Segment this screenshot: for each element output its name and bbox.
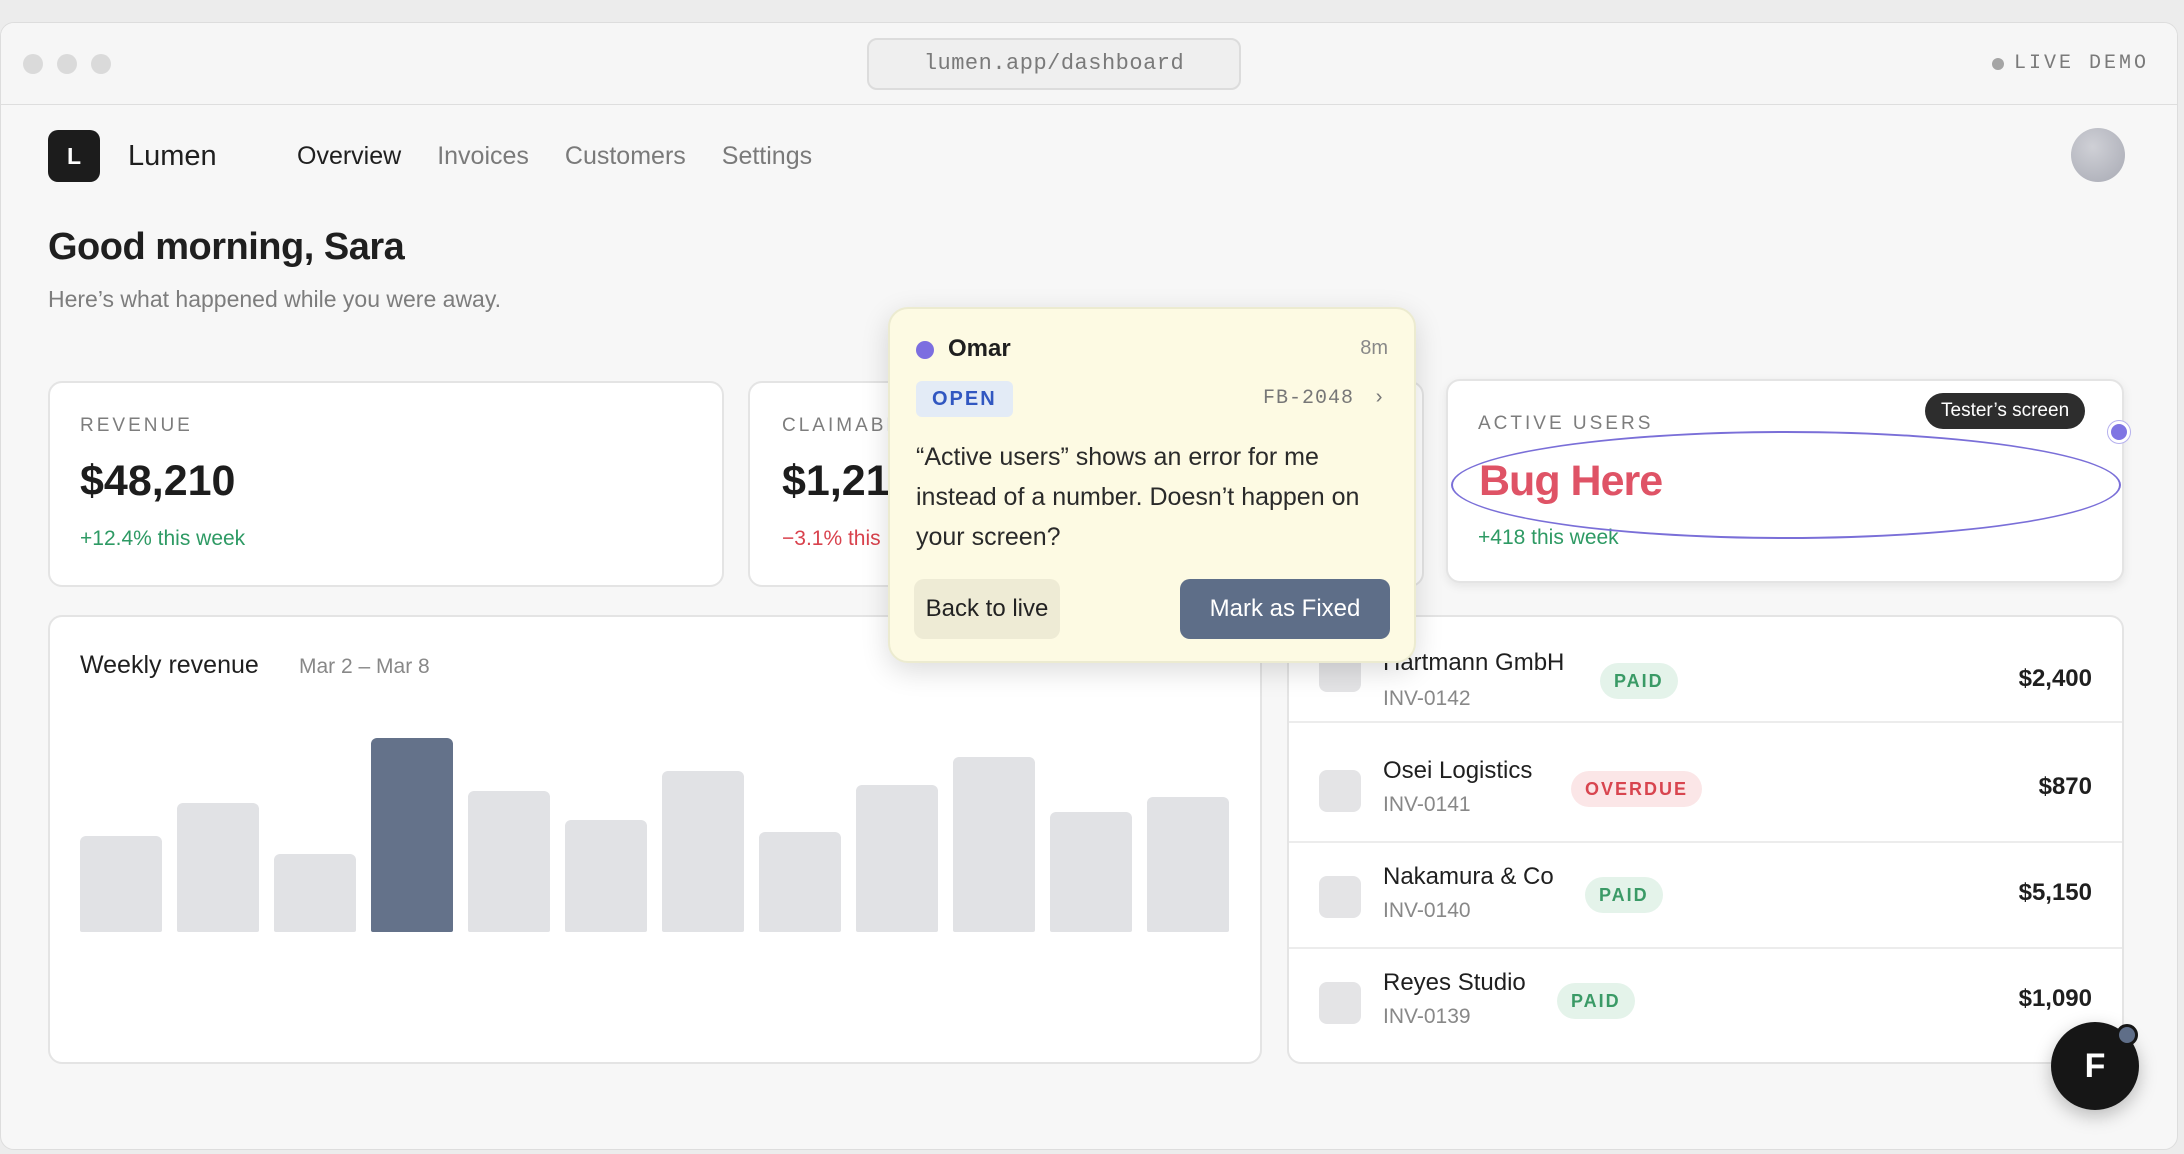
invoice-row[interactable]: Reyes Studio INV-0139 PAID $1,090 bbox=[1289, 949, 2122, 1055]
live-demo-indicator: LIVE DEMO bbox=[1991, 52, 2149, 75]
nav-overview[interactable]: Overview bbox=[297, 136, 401, 176]
chart-title: Weekly revenue bbox=[80, 651, 259, 679]
invoice-customer: Reyes Studio bbox=[1383, 969, 1526, 996]
feedback-author: Omar bbox=[948, 335, 1011, 362]
invoice-amount: $2,400 bbox=[2018, 665, 2092, 692]
row-checkbox[interactable] bbox=[1319, 982, 1361, 1024]
status-badge: OVERDUE bbox=[1571, 771, 1703, 807]
url-bar[interactable]: lumen.app/dashboard bbox=[867, 38, 1241, 90]
nav-invoices[interactable]: Invoices bbox=[437, 136, 529, 176]
page-title: Good morning, Sara bbox=[48, 226, 405, 268]
stat-change: −3.1% this bbox=[782, 527, 881, 550]
live-demo-label: LIVE DEMO bbox=[2013, 52, 2149, 75]
invoices-card: Hartmann GmbH INV-0142 PAID $2,400 Osei … bbox=[1287, 615, 2124, 1064]
ticket-link[interactable]: FB-2048 › bbox=[1263, 387, 1386, 410]
tester-cursor-icon bbox=[2108, 421, 2130, 443]
chart-bar[interactable] bbox=[274, 854, 356, 932]
revenue-card: REVENUE $48,210 +12.4% this week bbox=[48, 381, 724, 587]
invoice-customer: Osei Logistics bbox=[1383, 757, 1533, 784]
bug-highlight-ellipse bbox=[1451, 431, 2121, 539]
chart-bar[interactable] bbox=[177, 803, 259, 932]
minimize-window-dot[interactable] bbox=[57, 54, 77, 74]
weekly-revenue-card: Weekly revenue Mar 2 – Mar 8 bbox=[48, 615, 1262, 1064]
back-to-live-button[interactable]: Back to live bbox=[914, 579, 1060, 639]
notification-dot bbox=[2116, 1024, 2138, 1046]
nav-settings[interactable]: Settings bbox=[722, 136, 812, 176]
stat-value: $48,210 bbox=[80, 457, 236, 505]
app-logo[interactable]: L bbox=[48, 130, 100, 182]
invoice-id: INV-0140 bbox=[1383, 899, 1471, 922]
row-checkbox[interactable] bbox=[1319, 876, 1361, 918]
feedback-time: 8m bbox=[1360, 337, 1388, 359]
ticket-id: FB-2048 bbox=[1262, 387, 1354, 410]
live-status-dot bbox=[1991, 57, 2004, 70]
stat-label: REVENUE bbox=[80, 415, 193, 436]
chart-bar[interactable] bbox=[371, 738, 453, 932]
brand-name: Lumen bbox=[128, 140, 217, 172]
maximize-window-dot[interactable] bbox=[91, 54, 111, 74]
feedback-status-badge: OPEN bbox=[916, 381, 1013, 417]
invoice-amount: $5,150 bbox=[2018, 879, 2092, 906]
chart-bar[interactable] bbox=[856, 785, 938, 932]
invoice-amount: $1,090 bbox=[2018, 985, 2092, 1012]
close-window-dot[interactable] bbox=[23, 54, 43, 74]
stat-change: +12.4% this week bbox=[80, 527, 246, 550]
title-bar: lumen.app/dashboard LIVE DEMO bbox=[1, 23, 2177, 105]
status-badge: PAID bbox=[1585, 877, 1663, 913]
chart-date-range[interactable]: Mar 2 – Mar 8 bbox=[299, 655, 430, 679]
invoice-id: INV-0141 bbox=[1383, 793, 1471, 816]
chart-bar[interactable] bbox=[1147, 797, 1229, 932]
status-badge: PAID bbox=[1557, 983, 1635, 1019]
stat-value: $1,21 bbox=[782, 457, 890, 505]
status-badge: PAID bbox=[1600, 663, 1678, 699]
invoice-row[interactable]: Nakamura & Co INV-0140 PAID $5,150 bbox=[1289, 843, 2122, 949]
chart-bar[interactable] bbox=[468, 791, 550, 932]
chart-bar[interactable] bbox=[80, 836, 162, 932]
invoice-id: INV-0139 bbox=[1383, 1005, 1471, 1028]
mark-as-fixed-button[interactable]: Mark as Fixed bbox=[1180, 579, 1390, 639]
invoice-customer: Nakamura & Co bbox=[1383, 863, 1554, 890]
main-nav: Overview Invoices Customers Settings bbox=[297, 136, 812, 176]
feedback-message: “Active users” shows an error for me ins… bbox=[916, 443, 1360, 551]
page-subtitle: Here’s what happened while you were away… bbox=[48, 286, 502, 312]
invoice-amount: $870 bbox=[2038, 773, 2092, 800]
invoice-row[interactable]: Osei Logistics INV-0141 OVERDUE $870 bbox=[1289, 737, 2122, 843]
testers-screen-badge: Tester’s screen bbox=[1925, 393, 2086, 429]
author-status-dot bbox=[916, 341, 934, 359]
feedback-popup: Omar 8m OPEN FB-2048 › “Active users” sh… bbox=[888, 307, 1416, 663]
row-checkbox[interactable] bbox=[1319, 770, 1361, 812]
chart-bar[interactable] bbox=[565, 820, 647, 932]
chart-bar[interactable] bbox=[1050, 812, 1132, 932]
stat-label: ACTIVE USERS bbox=[1478, 413, 1654, 434]
chart-bar[interactable] bbox=[953, 757, 1035, 932]
nav-customers[interactable]: Customers bbox=[565, 136, 686, 176]
chevron-right-icon: › bbox=[1372, 387, 1386, 410]
chart-bar[interactable] bbox=[662, 771, 744, 932]
chart-bar[interactable] bbox=[759, 832, 841, 932]
user-avatar[interactable] bbox=[2071, 128, 2125, 182]
invoice-id: INV-0142 bbox=[1383, 687, 1471, 710]
